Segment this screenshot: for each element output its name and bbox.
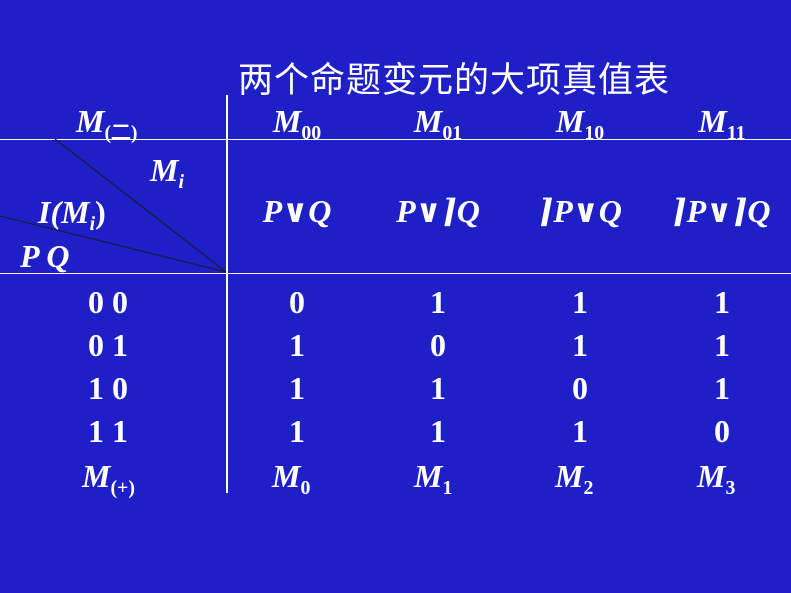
table-cell: 1 — [714, 284, 730, 320]
corner-label-maxterm: M(二) — [76, 103, 138, 144]
table-cell: 0 — [430, 327, 446, 363]
table-cell: 0 — [714, 413, 730, 449]
table-cell: 1 — [430, 413, 446, 449]
table-cell: 1 — [430, 370, 446, 406]
table-cell: 1 — [572, 284, 588, 320]
table-cell: 0 — [572, 370, 588, 406]
table-cell: 1 — [430, 284, 446, 320]
row-assignment: 0 1 — [88, 327, 128, 363]
row-assignment: 1 1 — [88, 413, 128, 449]
row-assignment: 1 0 — [88, 370, 128, 406]
col-header-m00: M00 — [272, 103, 322, 144]
formula-m00: P∨Q — [262, 193, 332, 229]
corner-label-interpretation: I(Mi) — [38, 194, 106, 235]
row-assignment: 0 0 — [88, 284, 128, 320]
corner-label-pq: P Q — [20, 238, 70, 274]
footer-label: M(+) — [82, 458, 135, 499]
col-header-m11: M11 — [698, 103, 746, 144]
table-cell: 0 — [289, 284, 305, 320]
table-cell: 1 — [289, 327, 305, 363]
table-cell: 1 — [289, 370, 305, 406]
col-header-m01: M01 — [413, 103, 463, 144]
table-cell: 1 — [572, 327, 588, 363]
formula-m10: ⌉P∨Q — [538, 193, 622, 229]
col-header-m10: M10 — [555, 103, 605, 144]
footer-cell-m1: M1 — [414, 458, 453, 499]
formula-m01: P∨⌉Q — [396, 193, 480, 229]
footer-cell-m3: M3 — [697, 458, 736, 499]
table-cell: 1 — [572, 413, 588, 449]
corner-label-mi: Mi — [150, 152, 184, 193]
footer-cell-m0: M0 — [272, 458, 311, 499]
formula-m11: ⌉P∨⌉Q — [671, 193, 771, 229]
table-cell: 1 — [714, 370, 730, 406]
table-cell: 1 — [289, 413, 305, 449]
table-cell: 1 — [714, 327, 730, 363]
footer-cell-m2: M2 — [555, 458, 594, 499]
